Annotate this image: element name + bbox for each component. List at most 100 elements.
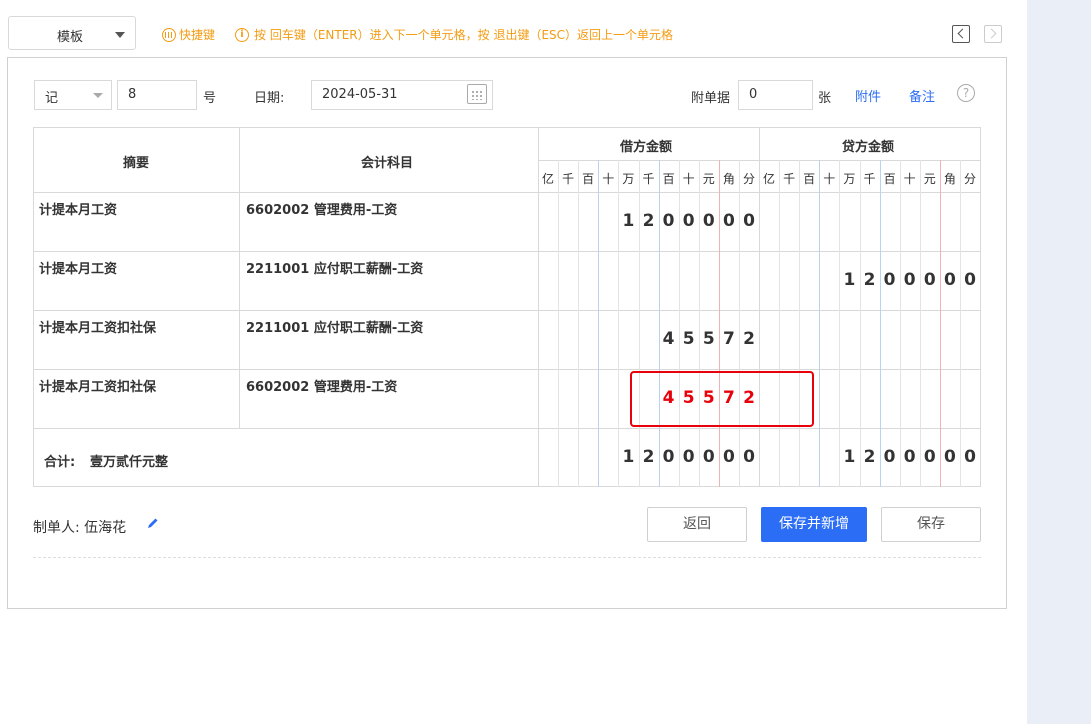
date-label: 日期: bbox=[254, 91, 285, 106]
total-label: 合计: bbox=[44, 455, 76, 470]
keyboard-icon bbox=[162, 27, 176, 42]
back-button[interactable]: 返回 bbox=[647, 507, 747, 542]
unit-label: 元 bbox=[923, 172, 936, 186]
unit-label: 百 bbox=[883, 172, 896, 186]
unit-label: 万 bbox=[843, 172, 856, 186]
digit-column-divider bbox=[839, 160, 840, 487]
prev-voucher-button[interactable] bbox=[952, 25, 970, 43]
amount-digit: 0 bbox=[923, 270, 936, 290]
unit-label: 百 bbox=[803, 172, 816, 186]
digit-column-divider bbox=[639, 160, 640, 487]
caret-down-icon bbox=[93, 93, 103, 98]
amount-digit: 0 bbox=[964, 447, 976, 467]
row-account[interactable]: 2211001 应付职工薪酬-工资 bbox=[246, 258, 423, 277]
unit-label: 千 bbox=[562, 172, 575, 186]
unit-label: 角 bbox=[722, 172, 735, 186]
pencil-icon[interactable] bbox=[146, 516, 160, 530]
next-voucher-button[interactable] bbox=[984, 25, 1002, 43]
attach-label: 附单据 bbox=[691, 91, 731, 106]
right-side-panel bbox=[1027, 0, 1091, 724]
row-summary[interactable]: 计提本月工资扣社保 bbox=[39, 317, 156, 336]
digit-column-divider bbox=[960, 160, 961, 487]
amount-digit: 0 bbox=[743, 211, 755, 231]
unit-label: 十 bbox=[682, 172, 695, 186]
active-cell-highlight bbox=[630, 371, 814, 427]
info-icon: i bbox=[235, 27, 249, 42]
row-summary[interactable]: 计提本月工资 bbox=[39, 258, 117, 277]
attach-unit: 张 bbox=[818, 91, 832, 106]
digit-column-divider bbox=[940, 160, 941, 487]
amount-digit: 4 bbox=[662, 329, 675, 349]
unit-label: 十 bbox=[823, 172, 836, 186]
amount-digit: 0 bbox=[883, 447, 896, 467]
col-summary-header: 摘要 bbox=[123, 156, 150, 171]
amount-digit: 0 bbox=[682, 447, 695, 467]
amount-digit: 0 bbox=[883, 270, 896, 290]
amount-digit: 0 bbox=[682, 211, 695, 231]
amount-digit: 0 bbox=[662, 447, 675, 467]
amount-digit: 5 bbox=[682, 329, 695, 349]
unit-label: 千 bbox=[783, 172, 796, 186]
unit-label: 角 bbox=[943, 172, 956, 186]
maker-name: 伍海花 bbox=[84, 520, 127, 536]
amount-digit: 0 bbox=[943, 447, 956, 467]
caret-down-icon bbox=[115, 32, 125, 38]
row-account[interactable]: 6602002 管理费用-工资 bbox=[246, 376, 397, 395]
note-link[interactable]: 备注 bbox=[909, 86, 935, 105]
amount-digit: 0 bbox=[722, 447, 735, 467]
amount-digit: 1 bbox=[622, 211, 635, 231]
unit-label: 千 bbox=[863, 172, 876, 186]
footer-divider bbox=[33, 557, 981, 558]
digit-column-divider bbox=[558, 160, 559, 487]
unit-label: 元 bbox=[702, 172, 715, 186]
amount-digit: 5 bbox=[702, 329, 715, 349]
amount-digit: 2 bbox=[743, 329, 755, 349]
unit-label: 万 bbox=[622, 172, 635, 186]
unit-label: 分 bbox=[742, 172, 755, 186]
voucher-type-select[interactable]: 记 bbox=[34, 80, 112, 110]
row-summary[interactable]: 计提本月工资扣社保 bbox=[39, 376, 156, 395]
template-dropdown[interactable]: 模板 bbox=[8, 16, 136, 50]
digit-column-divider bbox=[618, 160, 619, 487]
unit-label: 十 bbox=[602, 172, 615, 186]
col-credit-header: 贷方金额 bbox=[842, 140, 895, 155]
voucher-number-input[interactable]: 8 bbox=[117, 80, 197, 110]
shortcut-label: 快捷键 bbox=[179, 28, 216, 42]
amount-digit: 0 bbox=[662, 211, 675, 231]
amount-digit: 7 bbox=[722, 329, 735, 349]
digit-column-divider bbox=[819, 160, 820, 487]
amount-digit: 1 bbox=[622, 447, 635, 467]
date-input[interactable]: 2024-05-31 bbox=[311, 80, 493, 110]
digit-column-divider bbox=[739, 160, 740, 487]
unit-label: 亿 bbox=[541, 172, 554, 186]
row-account[interactable]: 6602002 管理费用-工资 bbox=[246, 199, 397, 218]
unit-label: 百 bbox=[662, 172, 675, 186]
save-and-new-button[interactable]: 保存并新增 bbox=[761, 507, 867, 542]
attach-count-input[interactable]: 0 bbox=[738, 80, 813, 110]
help-icon[interactable]: ? bbox=[957, 84, 975, 102]
total-in-words: 壹万贰仟元整 bbox=[90, 455, 169, 470]
number-suffix: 号 bbox=[203, 91, 217, 106]
amount-digit: 2 bbox=[863, 447, 876, 467]
amount-digit: 0 bbox=[943, 270, 956, 290]
digit-column-divider bbox=[860, 160, 861, 487]
maker-label-text: 制单人: bbox=[33, 520, 80, 536]
voucher-type-value: 记 bbox=[45, 91, 59, 106]
unit-label: 千 bbox=[642, 172, 655, 186]
amount-digit: 2 bbox=[642, 447, 655, 467]
col-debit-header: 借方金额 bbox=[620, 140, 673, 155]
digit-column-divider bbox=[598, 160, 599, 487]
digit-column-divider bbox=[699, 160, 700, 487]
shortcut-link[interactable]: 快捷键 bbox=[162, 26, 215, 43]
calendar-icon[interactable] bbox=[467, 84, 487, 104]
row-account[interactable]: 2211001 应付职工薪酬-工资 bbox=[246, 317, 423, 336]
amount-digit: 1 bbox=[843, 447, 856, 467]
attachment-link[interactable]: 附件 bbox=[855, 86, 881, 105]
amount-digit: 0 bbox=[923, 447, 936, 467]
column-divider bbox=[239, 127, 240, 428]
digit-column-divider bbox=[779, 160, 780, 487]
hint-text: 按 回车键（ENTER）进入下一个单元格，按 退出键（ESC）返回上一个单元格 bbox=[254, 28, 674, 42]
row-summary[interactable]: 计提本月工资 bbox=[39, 199, 117, 218]
save-button[interactable]: 保存 bbox=[881, 507, 981, 542]
unit-label: 亿 bbox=[762, 172, 775, 186]
